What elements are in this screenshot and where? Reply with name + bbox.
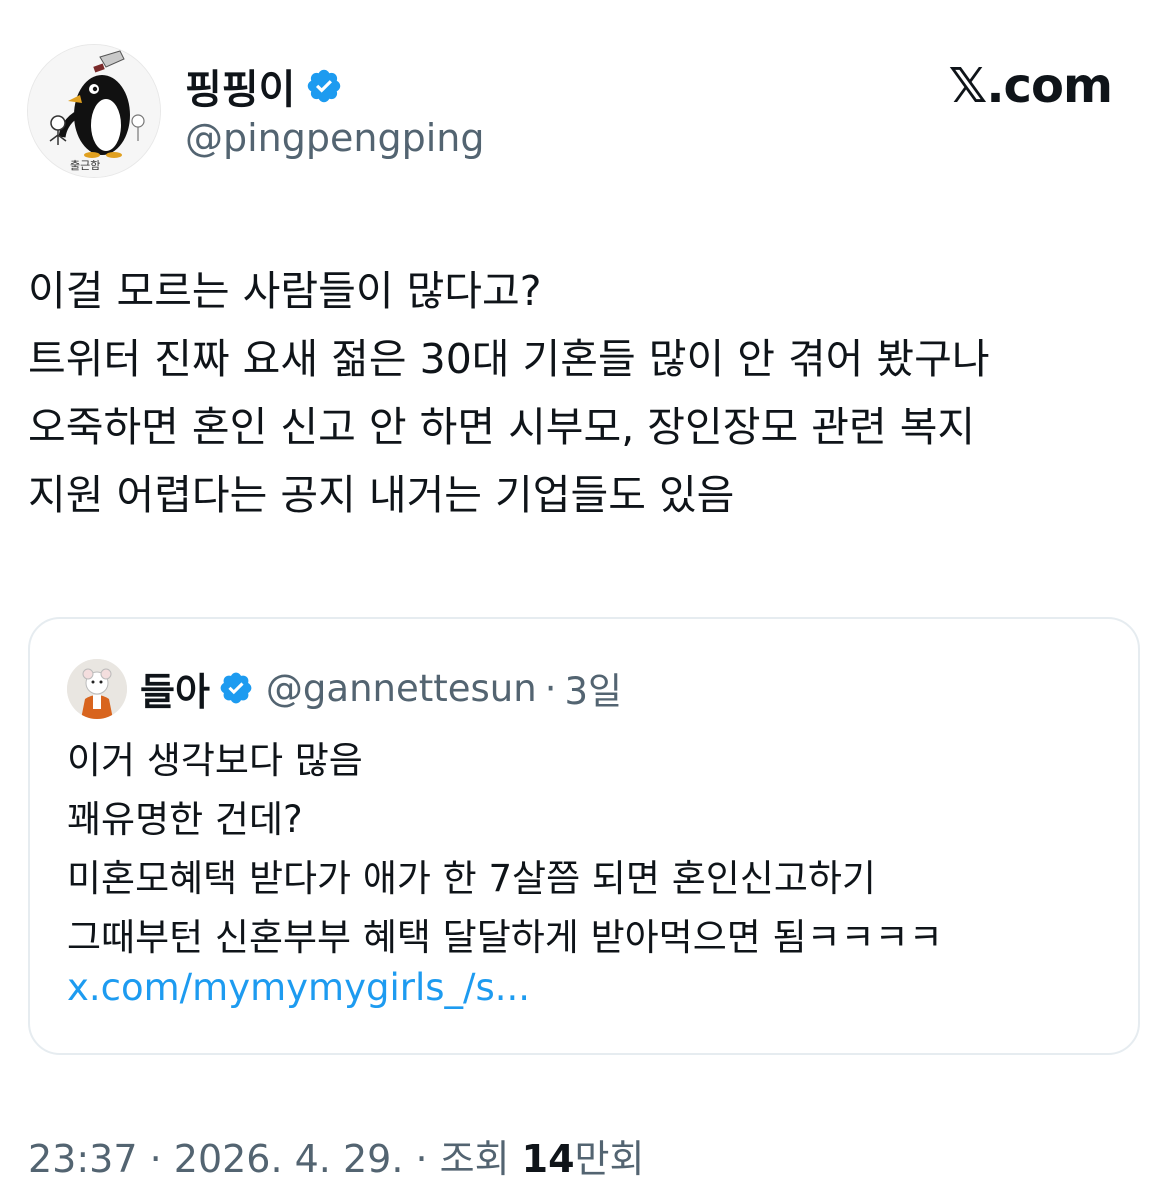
views-count[interactable]: 14 [522,1137,575,1181]
tweet-line: 오죽하면 혼인 신고 안 하면 시부모, 장인장모 관련 복지 [28,403,976,451]
verified-badge-icon [305,67,343,105]
quoted-display-name[interactable]: 들아 [140,661,210,716]
author-display-name[interactable]: 핑핑이 [185,57,295,115]
author-handle[interactable]: @pingpengping [185,116,484,160]
quoted-line: 이거 생각보다 많음 [67,739,363,782]
tweet-time[interactable]: 23:37 [28,1137,138,1181]
tweet-line: 지원 어렵다는 공지 내거는 기업들도 있음 [28,471,735,519]
quoted-header: 들아 @gannettesun · 3일 [140,657,622,719]
tweet-date[interactable]: 2026. 4. 29. [174,1137,404,1181]
separator-dot: · [403,1137,440,1181]
x-logo-icon: 𝕏.com [948,58,1113,114]
quoted-text: 이거 생각보다 많음 꽤유명한 건데? 미혼모혜택 받다가 애가 한 7살쯤 되… [67,731,1127,967]
quoted-handle[interactable]: @gannettesun [266,667,537,710]
tweet-header: 출근함 핑핑이 @pingpengping 𝕏.com [0,0,1170,200]
quoted-link[interactable]: x.com/mymymygirls_/s... [67,966,530,1009]
quoted-tweet-card[interactable]: 들아 @gannettesun · 3일 이거 생각보다 많음 꽤유명한 건데?… [28,617,1140,1055]
quoted-line: 꽤유명한 건데? [67,798,303,841]
quoted-line: 그때부턴 신혼부부 혜택 달달하게 받아먹으면 됨ㅋㅋㅋㅋ [67,916,943,959]
author-name-row: 핑핑이 [185,58,343,114]
tweet-line: 트위터 진짜 요새 젊은 30대 기혼들 많이 안 겪어 봤구나 [28,335,990,383]
quoted-author-avatar[interactable] [67,659,127,719]
tweet-line: 이걸 모르는 사람들이 많다고? [28,267,542,315]
separator-dot: · [137,1137,174,1181]
author-avatar[interactable]: 출근함 [27,44,161,178]
views-unit: 만회 [574,1137,645,1181]
tweet-text: 이걸 모르는 사람들이 많다고? 트위터 진짜 요새 젊은 30대 기혼들 많이… [28,257,1148,529]
avatar-caption: 출근함 [70,159,101,172]
tweet-meta: 23:37 · 2026. 4. 29. · 조회 14 만회 [28,1128,644,1183]
verified-badge-icon [218,670,254,706]
views-label: 조회 [439,1137,522,1181]
mouse-avatar-icon [67,659,127,719]
quoted-timestamp[interactable]: 3일 [564,661,622,715]
separator-dot: · [544,666,557,710]
quoted-line: 미혼모혜택 받다가 애가 한 7살쯤 되면 혼인신고하기 [67,857,876,900]
